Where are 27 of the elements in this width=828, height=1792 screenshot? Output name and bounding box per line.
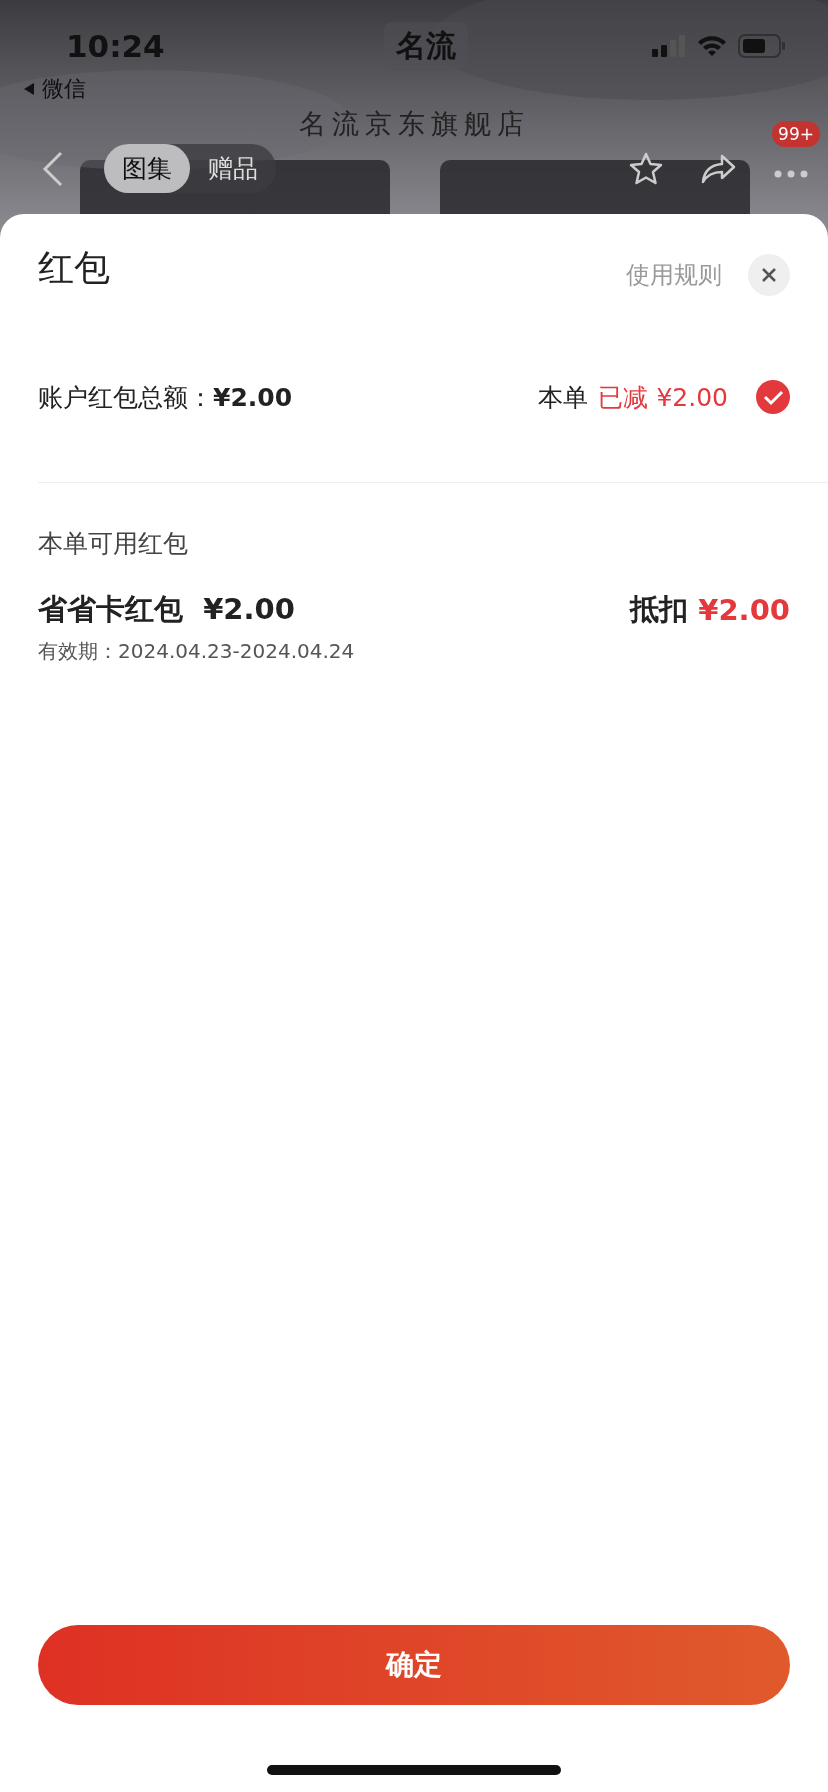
close-icon[interactable]: [761, 267, 777, 283]
deducted-amount: 已减 ¥2.00: [598, 381, 728, 414]
status-time: 10:24: [66, 28, 166, 64]
store-name: 名流京东旗舰店: [298, 107, 530, 141]
deduct-amount: ¥2.00: [698, 593, 790, 627]
confirm-button[interactable]: 确定: [38, 1625, 790, 1705]
back-icon[interactable]: [42, 150, 64, 187]
validity-period: 有效期：2024.04.23-2024.04.24: [38, 638, 356, 665]
more-icon[interactable]: [774, 170, 808, 178]
wifi-icon: [696, 34, 728, 58]
gallery-tab[interactable]: 赠品: [190, 144, 276, 193]
check-icon[interactable]: [756, 380, 790, 414]
order-label: 本单: [538, 381, 589, 414]
usage-rules-link[interactable]: 使用规则: [626, 259, 722, 291]
signal-icon: [652, 35, 686, 57]
battery-icon: [738, 34, 786, 58]
account-total-label: 账户红包总额：¥2.00: [38, 381, 293, 414]
gallery-tab[interactable]: 图集: [104, 144, 190, 193]
sheet-title: 红包: [38, 245, 110, 290]
coupon-name: 省省卡红包 ¥2.00: [38, 591, 295, 628]
close-button[interactable]: [748, 254, 790, 296]
back-triangle-icon[interactable]: [22, 82, 36, 96]
notification-badge: 99+: [772, 121, 820, 147]
back-to-app-link[interactable]: 微信: [42, 74, 86, 104]
star-icon[interactable]: [628, 150, 664, 187]
section-title: 本单可用红包: [38, 528, 189, 560]
deduct-label: 抵扣: [630, 591, 689, 628]
